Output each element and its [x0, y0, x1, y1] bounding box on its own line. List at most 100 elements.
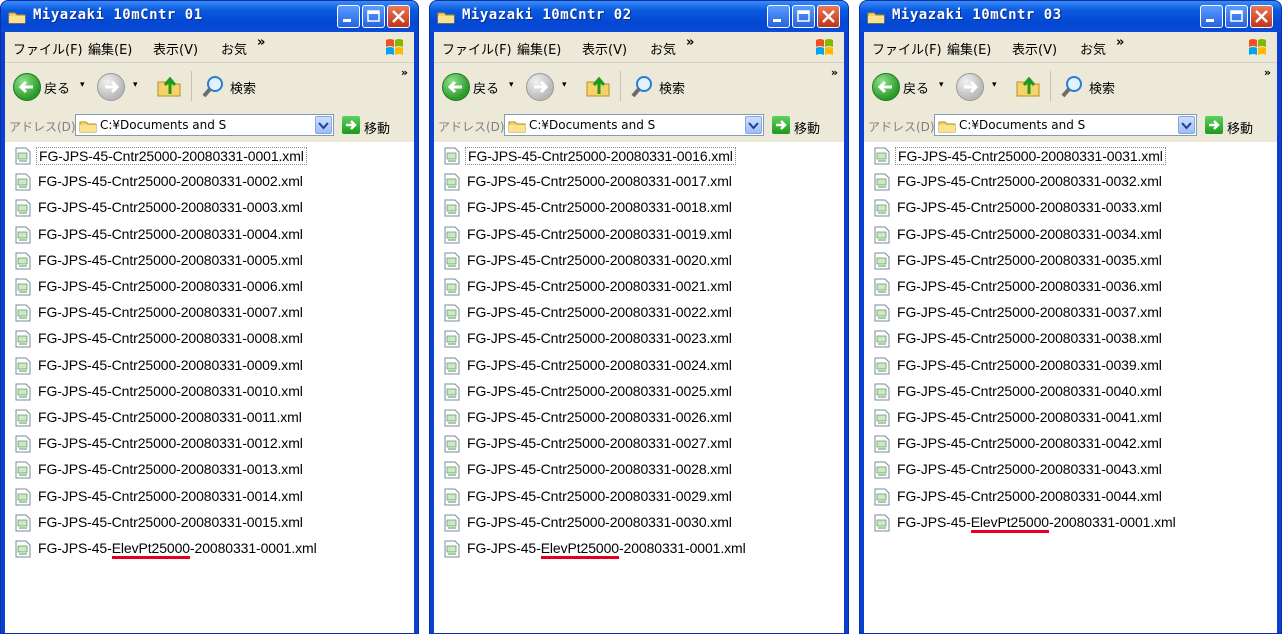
menu-file[interactable]: ファイル(F): [872, 39, 942, 58]
search-icon[interactable]: [630, 73, 656, 99]
title-bar[interactable]: Miyazaki 10mCntr 02: [430, 1, 848, 32]
forward-dropdown-icon[interactable]: ▾: [992, 80, 997, 90]
file-name[interactable]: FG-JPS-45-ElevPt25000-20080331-0001.xml: [465, 540, 748, 559]
title-bar[interactable]: Miyazaki 10mCntr 01: [1, 1, 418, 32]
menu-view[interactable]: 表示(V): [153, 39, 198, 58]
up-folder-icon[interactable]: [155, 72, 183, 100]
file-name[interactable]: FG-JPS-45-Cntr25000-20080331-0003.xml: [36, 199, 305, 215]
file-name[interactable]: FG-JPS-45-Cntr25000-20080331-0011.xml: [36, 409, 304, 425]
menu-file[interactable]: ファイル(F): [13, 39, 83, 58]
file-name[interactable]: FG-JPS-45-Cntr25000-20080331-0022.xml: [465, 304, 734, 320]
menu-edit[interactable]: 編集(E): [88, 39, 132, 58]
menu-view[interactable]: 表示(V): [582, 39, 627, 58]
go-arrow-icon[interactable]: [342, 116, 360, 134]
file-name[interactable]: FG-JPS-45-Cntr25000-20080331-0032.xml: [895, 173, 1164, 189]
toolbar-overflow-chevron[interactable]: »: [831, 66, 838, 79]
file-name[interactable]: FG-JPS-45-Cntr25000-20080331-0021.xml: [465, 278, 734, 294]
file-name[interactable]: FG-JPS-45-Cntr25000-20080331-0025.xml: [465, 383, 734, 399]
back-button[interactable]: [442, 73, 470, 101]
file-name[interactable]: FG-JPS-45-Cntr25000-20080331-0028.xml: [465, 461, 734, 477]
file-name[interactable]: FG-JPS-45-Cntr25000-20080331-0014.xml: [36, 488, 305, 504]
file-name[interactable]: FG-JPS-45-Cntr25000-20080331-0040.xml: [895, 383, 1164, 399]
file-name[interactable]: FG-JPS-45-Cntr25000-20080331-0044.xml: [895, 488, 1164, 504]
forward-button[interactable]: [97, 73, 125, 101]
file-name[interactable]: FG-JPS-45-Cntr25000-20080331-0017.xml: [465, 173, 734, 189]
menu-file[interactable]: ファイル(F): [442, 39, 512, 58]
file-name[interactable]: FG-JPS-45-Cntr25000-20080331-0027.xml: [465, 435, 734, 451]
forward-button[interactable]: [526, 73, 554, 101]
title-bar[interactable]: Miyazaki 10mCntr 03: [860, 1, 1281, 32]
file-name[interactable]: FG-JPS-45-Cntr25000-20080331-0041.xml: [895, 409, 1164, 425]
file-name[interactable]: FG-JPS-45-ElevPt25000-20080331-0001.xml: [36, 540, 319, 559]
back-button[interactable]: [13, 73, 41, 101]
minimize-button[interactable]: [337, 5, 360, 28]
close-button[interactable]: [817, 5, 840, 28]
search-icon[interactable]: [201, 73, 227, 99]
toolbar-overflow-chevron[interactable]: »: [401, 66, 408, 79]
file-name[interactable]: FG-JPS-45-Cntr25000-20080331-0013.xml: [36, 461, 305, 477]
address-field[interactable]: C:¥Documents and S: [504, 114, 764, 136]
go-arrow-icon[interactable]: [1205, 116, 1223, 134]
go-arrow-icon[interactable]: [772, 116, 790, 134]
search-label[interactable]: 検索: [659, 78, 685, 97]
menu-favorites[interactable]: お気: [221, 39, 247, 58]
file-name[interactable]: FG-JPS-45-Cntr25000-20080331-0042.xml: [895, 435, 1164, 451]
file-name[interactable]: FG-JPS-45-ElevPt25000-20080331-0001.xml: [895, 513, 1178, 533]
file-name[interactable]: FG-JPS-45-Cntr25000-20080331-0029.xml: [465, 488, 734, 504]
file-name[interactable]: FG-JPS-45-Cntr25000-20080331-0030.xml: [465, 514, 734, 530]
file-name[interactable]: FG-JPS-45-Cntr25000-20080331-0010.xml: [36, 383, 305, 399]
file-name[interactable]: FG-JPS-45-Cntr25000-20080331-0020.xml: [465, 252, 734, 268]
go-button-label[interactable]: 移動: [1227, 118, 1253, 137]
forward-dropdown-icon[interactable]: ▾: [562, 80, 567, 90]
file-name[interactable]: FG-JPS-45-Cntr25000-20080331-0019.xml: [465, 226, 734, 242]
back-dropdown-icon[interactable]: ▾: [80, 80, 85, 90]
search-label[interactable]: 検索: [1089, 78, 1115, 97]
address-value[interactable]: C:¥Documents and S: [959, 118, 1085, 132]
minimize-button[interactable]: [767, 5, 790, 28]
search-label[interactable]: 検索: [230, 78, 256, 97]
search-icon[interactable]: [1060, 73, 1086, 99]
file-name[interactable]: FG-JPS-45-Cntr25000-20080331-0012.xml: [36, 435, 305, 451]
close-button[interactable]: [387, 5, 410, 28]
file-name[interactable]: FG-JPS-45-Cntr25000-20080331-0002.xml: [36, 173, 305, 189]
file-name[interactable]: FG-JPS-45-Cntr25000-20080331-0009.xml: [36, 357, 305, 373]
file-name[interactable]: FG-JPS-45-Cntr25000-20080331-0004.xml: [36, 226, 305, 242]
menu-overflow-chevron[interactable]: »: [257, 35, 265, 50]
file-name[interactable]: FG-JPS-45-Cntr25000-20080331-0033.xml: [895, 199, 1164, 215]
address-value[interactable]: C:¥Documents and S: [529, 118, 655, 132]
file-name[interactable]: FG-JPS-45-Cntr25000-20080331-0005.xml: [36, 252, 305, 268]
back-button[interactable]: [872, 73, 900, 101]
toolbar-overflow-chevron[interactable]: »: [1264, 66, 1271, 79]
file-name[interactable]: FG-JPS-45-Cntr25000-20080331-0038.xml: [895, 330, 1164, 346]
file-name[interactable]: FG-JPS-45-Cntr25000-20080331-0006.xml: [36, 278, 305, 294]
file-name[interactable]: FG-JPS-45-Cntr25000-20080331-0001.xml: [36, 147, 307, 165]
menu-edit[interactable]: 編集(E): [947, 39, 991, 58]
maximize-button[interactable]: [362, 5, 385, 28]
file-name[interactable]: FG-JPS-45-Cntr25000-20080331-0036.xml: [895, 278, 1164, 294]
address-dropdown-icon[interactable]: [1178, 116, 1195, 134]
menu-edit[interactable]: 編集(E): [517, 39, 561, 58]
file-name[interactable]: FG-JPS-45-Cntr25000-20080331-0039.xml: [895, 357, 1164, 373]
forward-button[interactable]: [956, 73, 984, 101]
file-name[interactable]: FG-JPS-45-Cntr25000-20080331-0018.xml: [465, 199, 734, 215]
back-label[interactable]: 戻る: [473, 78, 499, 97]
up-folder-icon[interactable]: [584, 72, 612, 100]
menu-favorites[interactable]: お気: [650, 39, 676, 58]
address-value[interactable]: C:¥Documents and S: [100, 118, 226, 132]
address-dropdown-icon[interactable]: [315, 116, 332, 134]
file-name[interactable]: FG-JPS-45-Cntr25000-20080331-0007.xml: [36, 304, 305, 320]
close-button[interactable]: [1250, 5, 1273, 28]
file-name[interactable]: FG-JPS-45-Cntr25000-20080331-0043.xml: [895, 461, 1164, 477]
address-field[interactable]: C:¥Documents and S: [934, 114, 1197, 136]
menu-overflow-chevron[interactable]: »: [686, 35, 694, 50]
minimize-button[interactable]: [1200, 5, 1223, 28]
file-name[interactable]: FG-JPS-45-Cntr25000-20080331-0035.xml: [895, 252, 1164, 268]
maximize-button[interactable]: [1225, 5, 1248, 28]
file-name[interactable]: FG-JPS-45-Cntr25000-20080331-0016.xml: [465, 147, 736, 165]
go-button-label[interactable]: 移動: [364, 118, 390, 137]
address-field[interactable]: C:¥Documents and S: [75, 114, 334, 136]
maximize-button[interactable]: [792, 5, 815, 28]
file-name[interactable]: FG-JPS-45-Cntr25000-20080331-0024.xml: [465, 357, 734, 373]
menu-view[interactable]: 表示(V): [1012, 39, 1057, 58]
file-name[interactable]: FG-JPS-45-Cntr25000-20080331-0015.xml: [36, 514, 305, 530]
